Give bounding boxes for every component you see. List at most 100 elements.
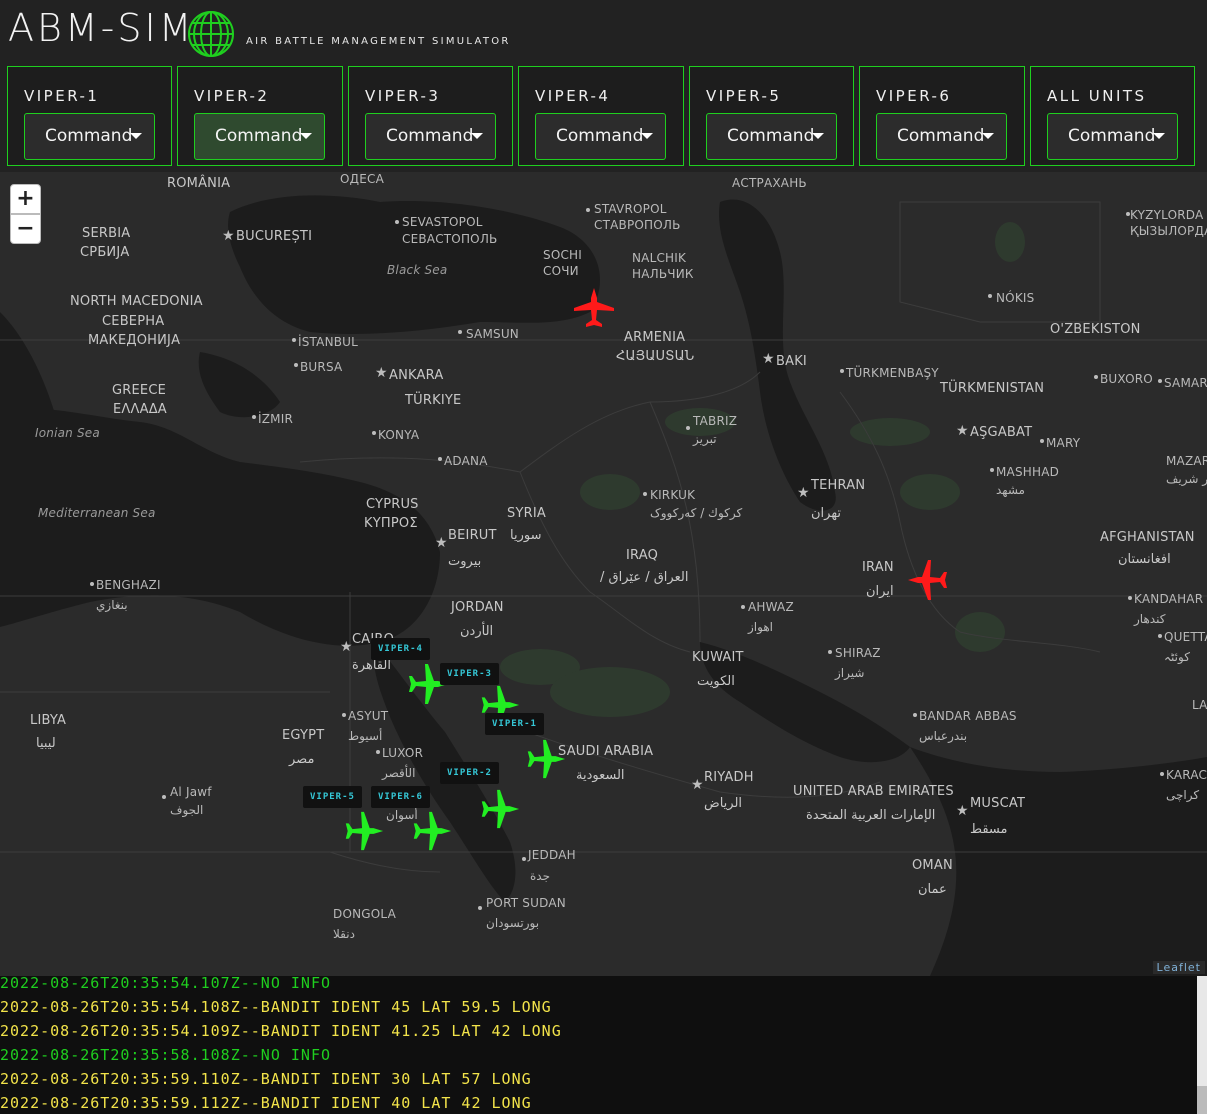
app-title: ABM-SIM [8, 6, 195, 50]
map-label: ARMENIA [624, 330, 686, 345]
city-dot [252, 415, 256, 419]
map-label: O'ZBEKISTON [1050, 322, 1141, 337]
callsign-label: VIPER-2 [440, 762, 499, 784]
city-dot [294, 363, 298, 367]
map-label: TÜRKMENBAŞY [846, 366, 939, 380]
map-label: مشهد [996, 483, 1025, 497]
command-dropdown-button[interactable]: Command [876, 113, 1007, 160]
map-label: SOCHI [543, 248, 583, 262]
unit-name: ALL UNITS [1047, 87, 1147, 105]
map-label: AFGHANISTAN [1100, 530, 1195, 545]
zoom-in-button[interactable]: + [10, 184, 41, 214]
map-label: الأقصر [382, 766, 416, 780]
city-dot [828, 650, 832, 654]
map-label: کندهار [1134, 612, 1166, 626]
unit-panel-viper-3: VIPER-3 Command [348, 66, 513, 166]
callsign-label: VIPER-3 [440, 663, 499, 685]
capital-star-icon: ★ [222, 228, 235, 244]
map-label: الرياض [704, 796, 743, 811]
callsign-label: VIPER-5 [303, 786, 362, 808]
log-line: 2022-08-26T20:35:59.112Z--BANDIT IDENT 4… [0, 1094, 532, 1112]
capital-star-icon: ★ [956, 423, 969, 439]
map-label: بورتسودان [486, 916, 540, 930]
map-label: SYRIA [507, 506, 546, 521]
map-label: UNITED ARAB EMIRATES [793, 784, 954, 799]
map-label: SAMSUN [466, 327, 519, 341]
city-dot [913, 713, 917, 717]
zoom-out-button[interactable]: − [10, 214, 41, 244]
map-label: الإمارات العربية المتحدة [806, 808, 936, 823]
command-dropdown-button[interactable]: Command [24, 113, 155, 160]
city-dot [1160, 772, 1164, 776]
capital-star-icon: ★ [340, 639, 353, 655]
map-label: بيروت [448, 554, 482, 569]
command-dropdown-button[interactable]: Command [1047, 113, 1178, 160]
friendly-jet-icon[interactable] [338, 810, 388, 854]
city-dot [988, 294, 992, 298]
map-label: KARACH [1166, 768, 1207, 782]
globe-icon [188, 11, 234, 57]
city-dot [643, 492, 647, 496]
map-label: Black Sea [387, 263, 448, 277]
city-dot [458, 330, 462, 334]
map-label: کراچی [1166, 788, 1200, 802]
command-label: Command [727, 126, 815, 146]
map-attribution-link[interactable]: Leaflet [1152, 961, 1205, 974]
map-label: ОДЕСА [340, 172, 384, 186]
map-label: BUXORO [1100, 372, 1153, 386]
map-label: СОЧИ [543, 264, 579, 278]
log-scrollbar-thumb[interactable] [1197, 1086, 1207, 1114]
unit-name: VIPER-5 [706, 87, 782, 105]
map-label: مزار شریف [1166, 472, 1207, 486]
city-dot [1126, 212, 1130, 216]
unit-panel-viper-1: VIPER-1 Command [7, 66, 172, 166]
log-line: 2022-08-26T20:35:54.108Z--BANDIT IDENT 4… [0, 998, 552, 1016]
unit-name: VIPER-2 [194, 87, 270, 105]
map-label: مسقط [970, 822, 1008, 837]
command-dropdown-button[interactable]: Command [706, 113, 837, 160]
friendly-jet-icon[interactable] [474, 788, 524, 832]
friendly-jet-icon[interactable] [520, 738, 570, 782]
log-line: 2022-08-26T20:35:54.109Z--BANDIT IDENT 4… [0, 1022, 562, 1040]
command-dropdown-button[interactable]: Command [194, 113, 325, 160]
caret-down-icon [1153, 133, 1165, 139]
map-label: NALCHIK [632, 251, 687, 265]
map-label: QUETTA [1164, 630, 1207, 644]
city-dot [586, 208, 590, 212]
map-label: Al Jawf [170, 785, 212, 799]
map-label: GREECE [112, 383, 167, 398]
map-label: TÜRKIYE [405, 393, 462, 408]
map-label: LAH [1192, 698, 1207, 712]
log-scrollbar[interactable] [1197, 976, 1207, 1114]
tactical-map[interactable]: + − ROMÂNIA ОДЕСА АСТРАХАНЬ KYZYLORDA ҚЫ… [0, 172, 1207, 976]
friendly-jet-icon[interactable] [406, 810, 456, 854]
map-label: BURSA [300, 360, 343, 374]
map-label: شيراز [835, 666, 865, 680]
bandit-jet-icon[interactable] [906, 558, 952, 602]
map-label: LIBYA [30, 713, 67, 728]
map-label: NORTH MACEDONIA [70, 294, 203, 309]
city-dot [372, 431, 376, 435]
map-label: МАКЕДОНИЈА [88, 333, 181, 348]
event-log[interactable]: 2022-08-26T20:35:54.107Z--NO INFO 2022-0… [0, 976, 1207, 1114]
map-label: جدة [530, 869, 551, 883]
command-dropdown-button[interactable]: Command [535, 113, 666, 160]
map-label: SAMARQ [1164, 376, 1207, 390]
map-label: JORDAN [451, 600, 504, 615]
map-label: SERBIA [82, 226, 131, 241]
map-label: АСТРАХАНЬ [732, 176, 807, 190]
bandit-jet-icon[interactable] [572, 286, 616, 332]
map-label: أسيوط [348, 729, 383, 743]
map-label: مصر [289, 752, 315, 767]
map-label: ΕΛΛΑΔΑ [113, 402, 167, 417]
unit-name: VIPER-4 [535, 87, 611, 105]
map-label: TABRIZ [693, 414, 738, 428]
map-label: RIYADH [704, 770, 754, 785]
map-label: الأردن [460, 624, 494, 639]
city-dot [990, 468, 994, 472]
capital-star-icon: ★ [956, 803, 969, 819]
map-label: НАЛЬЧИК [632, 267, 694, 281]
command-dropdown-button[interactable]: Command [365, 113, 496, 160]
map-label: Mediterranean Sea [38, 506, 156, 520]
map-label: СТАВРОПОЛЬ [594, 218, 681, 232]
